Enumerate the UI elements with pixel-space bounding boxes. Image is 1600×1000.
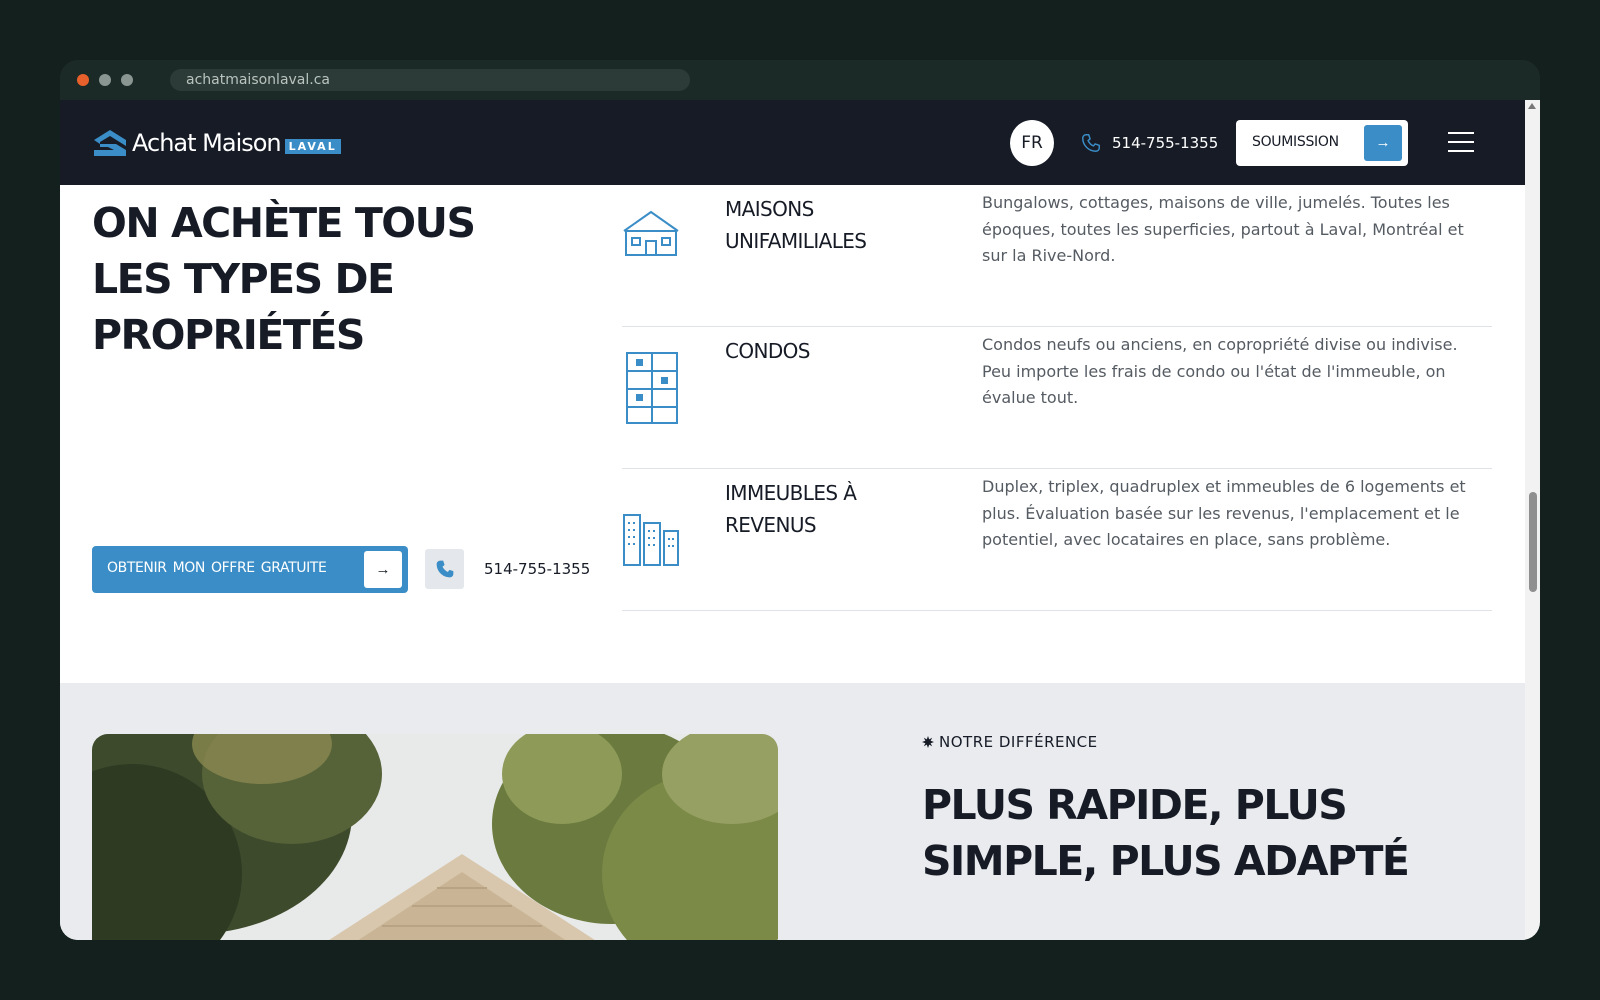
browser-window: achatmaisonlaval.ca Achat Maison LAVAL F… <box>60 60 1540 940</box>
house-icon <box>623 210 679 256</box>
hamburger-menu-icon[interactable] <box>1448 132 1474 152</box>
maximize-window-icon[interactable] <box>121 74 133 86</box>
logo-text: Achat Maison <box>132 129 282 157</box>
property-types-section: ON ACHÈTE TOUS LES TYPES DE PROPRIÉTÉS O… <box>60 185 1525 683</box>
property-type-name: IMMEUBLES À REVENUS <box>725 481 857 537</box>
section-eyebrow: NOTRE DIFFÉRENCE <box>922 733 1098 751</box>
property-type-row: IMMEUBLES À REVENUS Duplex, triplex, qua… <box>622 469 1492 611</box>
site-header: Achat Maison LAVAL FR 514-755-1355 SOUMI… <box>60 100 1525 185</box>
arrow-right-icon: → <box>1364 125 1402 161</box>
section-title: ON ACHÈTE TOUS LES TYPES DE PROPRIÉTÉS <box>92 199 476 359</box>
eyebrow-label: NOTRE DIFFÉRENCE <box>939 733 1098 751</box>
browser-titlebar: achatmaisonlaval.ca <box>60 60 1540 100</box>
scrollbar[interactable] <box>1525 100 1540 940</box>
condo-building-icon <box>626 352 678 424</box>
scrollbar-thumb[interactable] <box>1529 492 1537 592</box>
property-type-description: Duplex, triplex, quadruplex et immeubles… <box>982 477 1466 549</box>
buildings-icon <box>623 514 679 566</box>
section-phone-number[interactable]: 514-755-1355 <box>484 560 590 578</box>
close-window-icon[interactable] <box>77 74 89 86</box>
property-type-row: CONDOS Condos neufs ou anciens, en copro… <box>622 327 1492 469</box>
get-free-offer-button[interactable]: OBTENIR MON OFFRE GRATUITE → <box>92 546 408 593</box>
logo-mark-icon <box>94 130 126 156</box>
house-photo-image <box>92 734 778 940</box>
property-type-description: Bungalows, cottages, maisons de ville, j… <box>982 193 1464 265</box>
property-type-row: MAISONS UNIFAMILIALES Bungalows, cottage… <box>622 185 1492 327</box>
starburst-icon <box>922 736 934 748</box>
property-type-name: MAISONS UNIFAMILIALES <box>725 197 867 253</box>
property-type-description: Condos neufs ou anciens, en copropriété … <box>982 335 1458 407</box>
arrow-right-icon: → <box>364 551 402 588</box>
header-phone-number: 514-755-1355 <box>1112 134 1219 152</box>
phone-icon <box>436 560 454 578</box>
difference-title: PLUS RAPIDE, PLUS SIMPLE, PLUS ADAPTÉ <box>922 781 1410 885</box>
difference-section: NOTRE DIFFÉRENCE PLUS RAPIDE, PLUS SIMPL… <box>60 683 1525 940</box>
language-toggle[interactable]: FR <box>1010 120 1054 166</box>
phone-icon-button[interactable] <box>425 549 464 589</box>
site-logo[interactable]: Achat Maison LAVAL <box>92 127 341 159</box>
minimize-window-icon[interactable] <box>99 74 111 86</box>
offer-button-label: OBTENIR MON OFFRE GRATUITE <box>107 560 327 576</box>
soumission-button[interactable]: SOUMISSION → <box>1236 120 1408 166</box>
phone-icon <box>1082 134 1100 152</box>
soumission-label: SOUMISSION <box>1252 134 1339 150</box>
page-viewport: Achat Maison LAVAL FR 514-755-1355 SOUMI… <box>60 100 1525 940</box>
property-type-name: CONDOS <box>725 339 811 363</box>
logo-badge: LAVAL <box>284 138 341 154</box>
scroll-up-arrow-icon[interactable] <box>1528 103 1536 109</box>
house-photo <box>92 734 778 940</box>
header-phone-link[interactable]: 514-755-1355 <box>1080 130 1218 156</box>
address-bar[interactable]: achatmaisonlaval.ca <box>170 69 690 91</box>
